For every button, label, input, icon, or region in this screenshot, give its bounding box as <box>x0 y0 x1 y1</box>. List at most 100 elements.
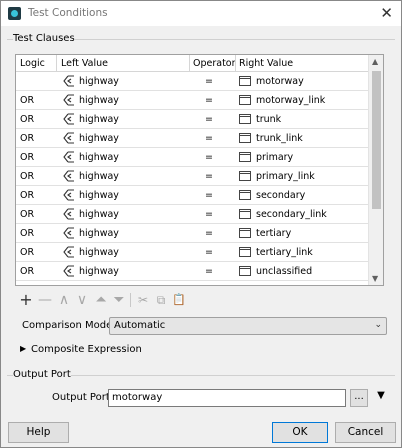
cancel-button[interactable]: Cancel <box>335 422 396 443</box>
clause-row[interactable]: highway = motorway <box>16 72 368 91</box>
attribute-icon[interactable] <box>63 227 75 239</box>
comparison-mode-value: Automatic <box>114 320 166 331</box>
header-logic[interactable]: Logic <box>20 58 45 69</box>
clause-operator[interactable]: = <box>205 171 213 182</box>
clause-right-value[interactable]: unclassified <box>256 266 312 277</box>
clause-right-value[interactable]: trunk_link <box>256 133 303 144</box>
clause-operator[interactable]: = <box>205 152 213 163</box>
output-port-input[interactable]: motorway <box>108 389 346 407</box>
clause-row[interactable]: OR highway = primary_link <box>16 167 368 186</box>
constant-value-icon[interactable] <box>239 247 251 257</box>
clause-right-value[interactable]: primary <box>256 152 293 163</box>
help-button[interactable]: Help <box>8 422 69 443</box>
clause-operator[interactable]: = <box>205 247 213 258</box>
constant-value-icon[interactable] <box>239 228 251 238</box>
attribute-icon[interactable] <box>63 113 75 125</box>
clause-right-value[interactable]: secondary <box>256 190 305 201</box>
copy-icon[interactable]: ⧉ <box>153 293 169 307</box>
clause-row[interactable]: OR highway = trunk <box>16 110 368 129</box>
constant-value-icon[interactable] <box>239 266 251 276</box>
attribute-icon[interactable] <box>63 132 75 144</box>
attribute-icon[interactable] <box>63 75 75 87</box>
clause-operator[interactable]: = <box>205 95 213 106</box>
clause-left-value[interactable]: highway <box>79 114 119 125</box>
close-icon[interactable]: ✕ <box>380 4 393 22</box>
clause-right-value[interactable]: motorway <box>256 76 304 87</box>
clause-row[interactable]: OR highway = trunk_link <box>16 129 368 148</box>
move-down-icon[interactable]: ∨ <box>74 293 90 307</box>
constant-value-icon[interactable] <box>239 133 251 143</box>
output-port-label: Output Port: <box>52 392 114 403</box>
constant-value-icon[interactable] <box>239 152 251 162</box>
clause-left-value[interactable]: highway <box>79 247 119 258</box>
clause-left-value[interactable]: highway <box>79 95 119 106</box>
chevron-down-icon: ⌄ <box>374 320 382 330</box>
clause-left-value[interactable]: highway <box>79 171 119 182</box>
expand-arrow-icon[interactable]: ▶ <box>20 344 26 353</box>
constant-value-icon[interactable] <box>239 76 251 86</box>
clause-right-value[interactable]: tertiary <box>256 228 291 239</box>
browse-button[interactable]: ... <box>350 389 368 407</box>
attribute-icon[interactable] <box>63 94 75 106</box>
constant-value-icon[interactable] <box>239 190 251 200</box>
clause-left-value[interactable]: highway <box>79 133 119 144</box>
clause-operator[interactable]: = <box>205 266 213 277</box>
constant-value-icon[interactable] <box>239 209 251 219</box>
clause-left-value[interactable]: highway <box>79 228 119 239</box>
attribute-icon[interactable] <box>63 189 75 201</box>
clause-row[interactable]: OR highway = secondary <box>16 186 368 205</box>
clause-left-value[interactable]: highway <box>79 209 119 220</box>
composite-expression-toggle[interactable]: Composite Expression <box>31 344 142 355</box>
clause-operator[interactable]: = <box>205 190 213 201</box>
constant-value-icon[interactable] <box>239 171 251 181</box>
move-bottom-icon[interactable]: ⏷ <box>111 293 127 307</box>
clause-operator[interactable]: = <box>205 133 213 144</box>
clause-row[interactable]: OR highway = primary <box>16 148 368 167</box>
clause-right-value[interactable]: trunk <box>256 114 281 125</box>
clause-right-value[interactable]: motorway_link <box>256 95 325 106</box>
header-left-value[interactable]: Left Value <box>61 58 108 69</box>
attribute-icon[interactable] <box>63 151 75 163</box>
clause-row[interactable]: OR highway = tertiary <box>16 224 368 243</box>
clause-logic: OR <box>20 247 35 258</box>
constant-value-icon[interactable] <box>239 114 251 124</box>
add-icon[interactable]: + <box>18 292 34 308</box>
cut-icon[interactable]: ✂ <box>135 293 151 307</box>
clause-left-value[interactable]: highway <box>79 190 119 201</box>
clause-left-value[interactable]: highway <box>79 152 119 163</box>
clause-left-value[interactable]: highway <box>79 266 119 277</box>
clause-right-value[interactable]: tertiary_link <box>256 247 313 258</box>
clause-left-value[interactable]: highway <box>79 76 119 87</box>
clause-right-value[interactable]: primary_link <box>256 171 315 182</box>
attribute-icon[interactable] <box>63 170 75 182</box>
move-top-icon[interactable]: ⏶ <box>93 293 109 307</box>
scroll-up-icon[interactable]: ▲ <box>372 57 378 66</box>
output-port-menu-icon[interactable]: ▼ <box>372 389 390 407</box>
header-right-value[interactable]: Right Value <box>239 58 293 69</box>
move-up-icon[interactable]: ∧ <box>56 293 72 307</box>
paste-icon[interactable]: 📋 <box>171 293 187 307</box>
clause-logic: OR <box>20 133 35 144</box>
clause-row[interactable]: OR highway = tertiary_link <box>16 243 368 262</box>
clause-operator[interactable]: = <box>205 228 213 239</box>
comparison-mode-select[interactable]: Automatic ⌄ <box>109 317 387 335</box>
clause-logic: OR <box>20 114 35 125</box>
ok-button[interactable]: OK <box>272 422 328 443</box>
constant-value-icon[interactable] <box>239 95 251 105</box>
remove-icon[interactable]: — <box>37 293 53 307</box>
clause-row[interactable]: OR highway = unclassified <box>16 262 368 281</box>
attribute-icon[interactable] <box>63 246 75 258</box>
clause-operator[interactable]: = <box>205 209 213 220</box>
clause-row[interactable]: OR highway = secondary_link <box>16 205 368 224</box>
scroll-thumb[interactable] <box>372 71 381 209</box>
clause-operator[interactable]: = <box>205 76 213 87</box>
vertical-scrollbar[interactable]: ▲ ▼ <box>368 55 383 285</box>
scroll-down-icon[interactable]: ▼ <box>372 274 378 283</box>
attribute-icon[interactable] <box>63 208 75 220</box>
clause-operator[interactable]: = <box>205 114 213 125</box>
clause-right-value[interactable]: secondary_link <box>256 209 327 220</box>
column-divider <box>235 55 236 72</box>
header-operator[interactable]: Operator <box>193 58 236 69</box>
clause-row[interactable]: OR highway = motorway_link <box>16 91 368 110</box>
attribute-icon[interactable] <box>63 265 75 277</box>
